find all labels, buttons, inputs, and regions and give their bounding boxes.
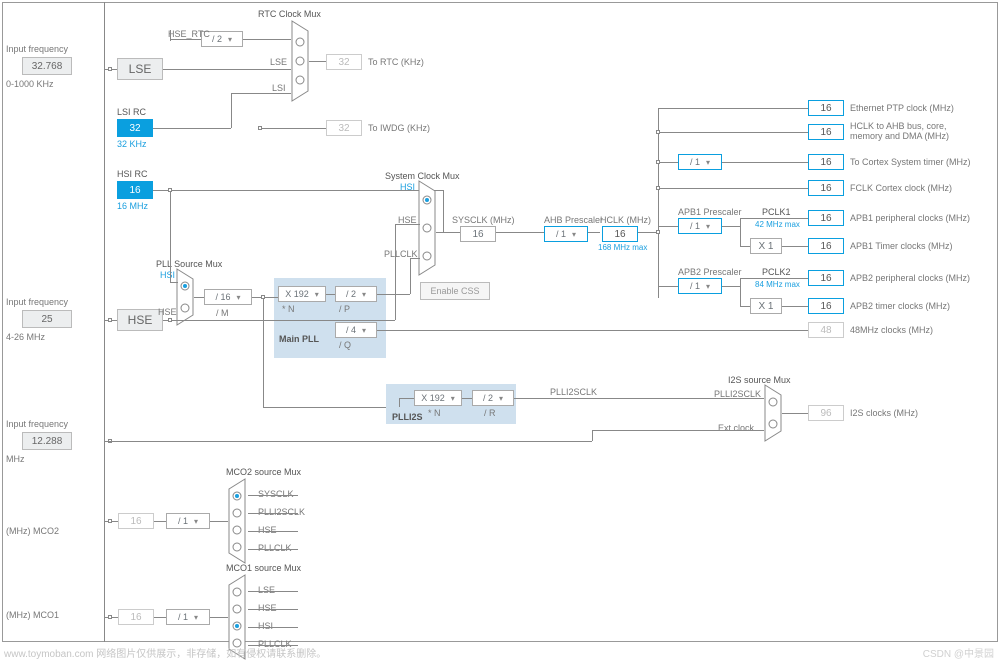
fclk-label: FCLK Cortex clock (MHz) [850,184,952,194]
input-freq3-note: MHz [6,455,25,465]
pclk1-label: PCLK1 [762,208,791,218]
lsi-note: 32 KHz [117,140,147,150]
hsi-val-box: 16 [117,181,153,199]
input-freq3-box[interactable]: 12.288 [22,432,72,450]
input-freq1-box[interactable]: 32.768 [22,57,72,75]
apb1p-box[interactable]: 16 [808,210,844,226]
hclk-out-box[interactable]: 16 [808,124,844,140]
lse-source-box[interactable]: LSE [117,58,163,80]
i2s-box: 96 [808,405,844,421]
input-freq2-box[interactable]: 25 [22,310,72,328]
plli2sclk-label: PLLI2SCLK [550,388,597,398]
eth-ptp-label: Ethernet PTP clock (MHz) [850,104,954,114]
mco2-mux-title: MCO2 source Mux [226,468,301,478]
iwdg-box: 32 [326,120,362,136]
plli2s-r-note: / R [484,409,496,419]
apb1-timer-mult: X 1 [750,238,782,254]
sysclk-hsi-label: HSI [400,183,415,193]
hse-source-box[interactable]: HSE [117,309,163,331]
input-freq2-label: Input frequency [6,298,68,308]
mco2-mux[interactable] [228,478,250,564]
hclk-note: 168 MHz max [598,244,647,253]
mhz48-box: 48 [808,322,844,338]
input-freq1-note: 0-1000 KHz [6,80,54,90]
pll-hse-label: HSE [158,308,177,318]
cortex-timer-label: To Cortex System timer (MHz) [850,158,971,168]
fclk-box[interactable]: 16 [808,180,844,196]
sysclk-mux[interactable] [418,180,440,276]
plli2s-n[interactable]: X 192▾ [414,390,462,406]
hsi-note: 16 MHz [117,202,148,212]
apb2t-box[interactable]: 16 [808,298,844,314]
enable-css-button[interactable]: Enable CSS [420,282,490,300]
apb2-prescaler[interactable]: / 1▾ [678,278,722,294]
lsi-rc-label: LSI RC [117,108,146,118]
mco2-div[interactable]: / 1▾ [166,513,210,529]
pll-q-note: / Q [339,341,351,351]
pll-m-note: / M [216,309,229,319]
i2s-in1-label: PLLI2SCLK [714,390,761,400]
hclk-out-label: HCLK to AHB bus, core, memory and DMA (M… [850,122,980,142]
apb2-timer-mult: X 1 [750,298,782,314]
pll-hsi-label: HSI [160,271,175,281]
input-freq2-note: 4-26 MHz [6,333,45,343]
pclk2-label: PCLK2 [762,268,791,278]
plli2s-title: PLLI2S [392,413,423,423]
footer-text: www.toymoban.com 网络图片仅供展示，非存储，如有侵权请联系删除。 [4,645,326,660]
sysclk-val-box: 16 [460,226,496,242]
main-pll-title: Main PLL [279,335,319,345]
apb1-prescaler[interactable]: / 1▾ [678,218,722,234]
lsi-val-box: 32 [117,119,153,137]
eth-ptp-box[interactable]: 16 [808,100,844,116]
sysclk-label: SYSCLK (MHz) [452,216,515,226]
apb2t-label: APB2 timer clocks (MHz) [850,302,950,312]
rtc-mux-title: RTC Clock Mux [258,10,321,20]
apb2p-box[interactable]: 16 [808,270,844,286]
pll-n-note: * N [282,305,295,315]
cortex-timer-box[interactable]: 16 [808,154,844,170]
mco1-label: (MHz) MCO1 [6,611,59,621]
mco1-div[interactable]: / 1▾ [166,609,210,625]
mco2-val-box: 16 [118,513,154,529]
rtc-out-label: To RTC (KHz) [368,58,424,68]
hclk-label: HCLK (MHz) [600,216,651,226]
cortex-div[interactable]: / 1▾ [678,154,722,170]
pll-n-mult[interactable]: X 192▾ [278,286,326,302]
pll-p-note: / P [339,305,350,315]
apb1t-label: APB1 Timer clocks (MHz) [850,242,953,252]
iwdg-label: To IWDG (KHz) [368,124,430,134]
plli2s-r[interactable]: / 2▾ [472,390,514,406]
ahb-prescaler[interactable]: / 1▾ [544,226,588,242]
rtc-lse-label: LSE [270,58,287,68]
hclk-val-box[interactable]: 16 [602,226,638,242]
input-freq1-label: Input frequency [6,45,68,55]
i2s-in2-label: Ext clock [718,424,754,434]
pclk2-note: 84 MHz max [755,281,800,290]
side-panel-divider [104,2,105,642]
mhz48-label: 48MHz clocks (MHz) [850,326,933,336]
apb2-prescaler-label: APB2 Prescaler [678,268,742,278]
mco2-label: (MHz) MCO2 [6,527,59,537]
plli2s-n-note: * N [428,409,441,419]
rtc-out-box: 32 [326,54,362,70]
ahb-prescaler-label: AHB Prescaler [544,216,603,226]
input-freq3-label: Input frequency [6,420,68,430]
pll-m-divider[interactable]: / 16▾ [204,289,252,305]
apb1-prescaler-label: APB1 Prescaler [678,208,742,218]
pll-p-div[interactable]: / 2▾ [335,286,377,302]
watermark-text: CSDN @中景园 [923,645,994,660]
hsi-rc-label: HSI RC [117,170,148,180]
apb2p-label: APB2 peripheral clocks (MHz) [850,274,970,284]
apb1t-box[interactable]: 16 [808,238,844,254]
mco1-val-box: 16 [118,609,154,625]
pll-q-div[interactable]: / 4▾ [335,322,377,338]
mco1-mux-title: MCO1 source Mux [226,564,301,574]
pclk1-note: 42 MHz max [755,221,800,230]
i2s-label: I2S clocks (MHz) [850,409,918,419]
apb1p-label: APB1 peripheral clocks (MHz) [850,214,970,224]
